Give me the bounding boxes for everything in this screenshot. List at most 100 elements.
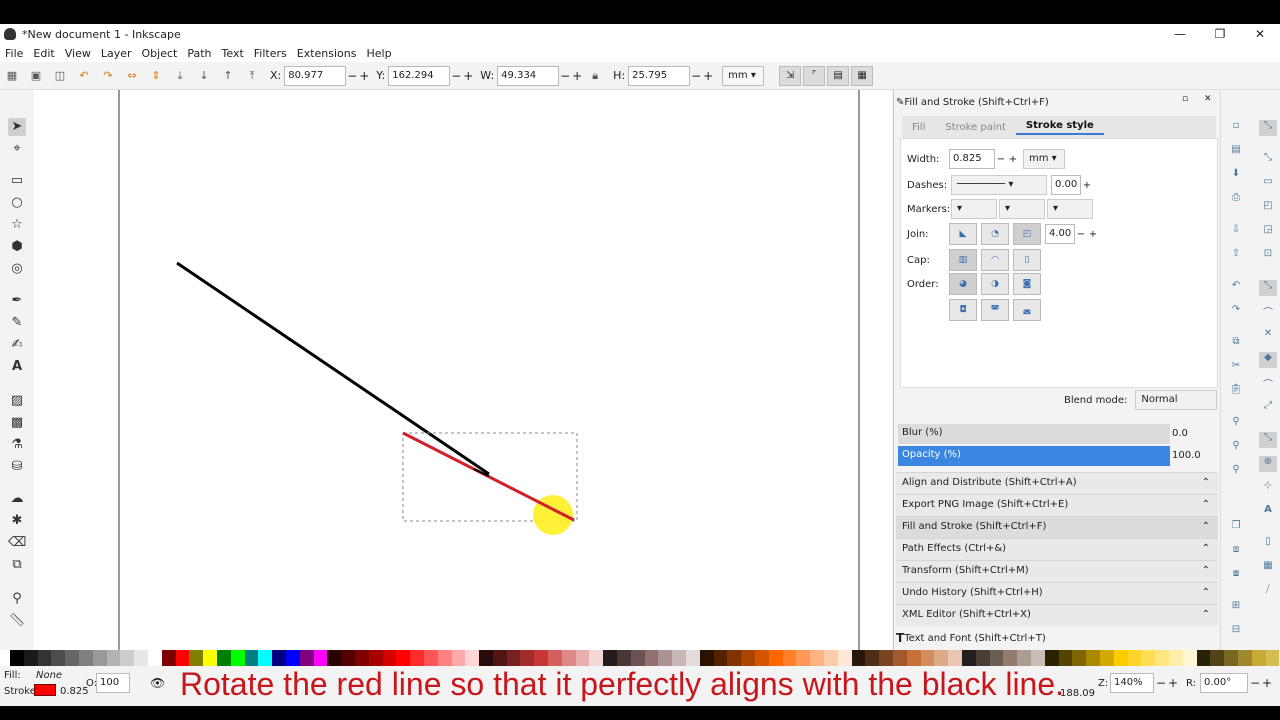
- miter-limit-input[interactable]: 4.00: [1045, 224, 1075, 244]
- dock-align-distribute[interactable]: Align and Distribute (Shift+Ctrl+A) ⌃: [896, 472, 1218, 494]
- star-tool-icon[interactable]: ☆: [8, 216, 26, 234]
- scale-corners-icon[interactable]: ⌜: [803, 65, 826, 86]
- paste-icon[interactable]: 📋︎: [1227, 384, 1245, 400]
- pen-tool-icon[interactable]: ✒: [8, 292, 26, 310]
- menu-help[interactable]: Help: [361, 47, 396, 60]
- calligraphy-tool-icon[interactable]: ✍: [8, 336, 26, 354]
- menu-extensions[interactable]: Extensions: [292, 47, 362, 60]
- snap-others-icon[interactable]: ⤡: [1259, 432, 1277, 448]
- zoom-decrement[interactable]: −: [1156, 676, 1166, 690]
- order-markers-stroke-fill-icon[interactable]: ◛: [1013, 299, 1041, 321]
- cut-icon[interactable]: ✂: [1227, 360, 1245, 376]
- snap-toggle-icon[interactable]: ⤡: [1259, 120, 1277, 136]
- dash-offset-increment[interactable]: +: [1081, 180, 1093, 191]
- undo-icon[interactable]: ↶: [1227, 280, 1245, 296]
- panel-close-icon[interactable]: ✕: [1204, 94, 1212, 104]
- flip-vertical-icon[interactable]: ⇕: [148, 68, 164, 84]
- butt-cap-icon[interactable]: ▥: [949, 249, 977, 271]
- blur-slider[interactable]: Blur (%): [898, 424, 1170, 444]
- snap-bbox-icon[interactable]: ⤡: [1259, 152, 1277, 168]
- snap-page-border-icon[interactable]: ▯: [1259, 536, 1277, 552]
- color-palette[interactable]: [0, 650, 1280, 666]
- menu-layer[interactable]: Layer: [96, 47, 137, 60]
- snap-paths-icon[interactable]: ⌒: [1259, 304, 1277, 320]
- tab-fill[interactable]: Fill: [902, 122, 935, 133]
- fill-value[interactable]: None: [36, 670, 62, 681]
- no-paint-swatch[interactable]: [0, 650, 10, 666]
- lower-to-bottom-icon[interactable]: ⤓: [172, 68, 188, 84]
- connector-tool-icon[interactable]: ⧉: [8, 556, 26, 574]
- save-icon[interactable]: ⬇: [1227, 168, 1245, 184]
- select-all-layers-icon[interactable]: ▣: [28, 68, 44, 84]
- miter-limit-decrement[interactable]: −: [1075, 229, 1087, 240]
- start-marker-select[interactable]: ▾: [951, 199, 997, 219]
- stroke-swatch[interactable]: [34, 684, 56, 696]
- ungroup-icon[interactable]: ⊟: [1227, 624, 1245, 640]
- w-decrement[interactable]: −: [559, 69, 571, 83]
- dropper-tool-icon[interactable]: ⚗: [8, 436, 26, 454]
- maximize-button[interactable]: ❐: [1200, 24, 1240, 44]
- stroke-width-input[interactable]: 0.825: [949, 149, 995, 169]
- black-line[interactable]: [176, 261, 490, 476]
- menu-file[interactable]: File: [0, 47, 28, 60]
- dock-xml-editor[interactable]: XML Editor (Shift+Ctrl+X) ⌃: [896, 604, 1218, 626]
- dock-fill-stroke[interactable]: Fill and Stroke (Shift+Ctrl+F) ⌃: [896, 516, 1218, 538]
- blur-value[interactable]: 0.0: [1172, 428, 1188, 439]
- snap-object-centers-icon[interactable]: ⊕: [1259, 456, 1277, 472]
- open-icon[interactable]: ▤: [1227, 144, 1245, 160]
- 3d-box-tool-icon[interactable]: ⬢: [8, 238, 26, 256]
- order-fill-markers-stroke-icon[interactable]: ◙: [1013, 273, 1041, 295]
- gradient-tool-icon[interactable]: ▨: [8, 392, 26, 410]
- raise-icon[interactable]: ↑: [220, 68, 236, 84]
- flip-horizontal-icon[interactable]: ⇔: [124, 68, 140, 84]
- w-increment[interactable]: +: [571, 69, 583, 83]
- order-markers-fill-stroke-icon[interactable]: ◘: [949, 299, 977, 321]
- y-decrement[interactable]: −: [450, 69, 462, 83]
- group-icon[interactable]: ⊞: [1227, 600, 1245, 616]
- eraser-tool-icon[interactable]: ⌫: [8, 534, 26, 552]
- miter-limit-increment[interactable]: +: [1087, 229, 1099, 240]
- close-button[interactable]: ✕: [1240, 24, 1280, 44]
- dock-path-effects[interactable]: Path Effects (Ctrl+&) ⌃: [896, 538, 1218, 560]
- node-tool-icon[interactable]: ⌖: [8, 140, 26, 158]
- snap-text-baseline-icon[interactable]: A: [1259, 504, 1277, 520]
- round-join-icon[interactable]: ◔: [981, 223, 1009, 245]
- tab-stroke-paint[interactable]: Stroke paint: [935, 122, 1016, 133]
- menu-filters[interactable]: Filters: [249, 47, 292, 60]
- import-icon[interactable]: ⇩: [1227, 224, 1245, 240]
- h-decrement[interactable]: −: [690, 69, 702, 83]
- snap-guides-icon[interactable]: ⧸: [1259, 584, 1277, 600]
- mesh-tool-icon[interactable]: ▩: [8, 414, 26, 432]
- duplicate-icon[interactable]: ❐: [1227, 520, 1245, 536]
- mid-marker-select[interactable]: ▾: [999, 199, 1045, 219]
- zoom-drawing-icon[interactable]: ⚲: [1227, 440, 1245, 456]
- h-increment[interactable]: +: [702, 69, 714, 83]
- order-stroke-markers-fill-icon[interactable]: ◚: [981, 299, 1009, 321]
- stroke-width-increment[interactable]: +: [1007, 154, 1019, 165]
- dock-undo-history[interactable]: Undo History (Shift+Ctrl+H) ⌃: [896, 582, 1218, 604]
- snap-rotation-centers-icon[interactable]: ⊹: [1259, 480, 1277, 496]
- unit-select[interactable]: mm ▾: [722, 65, 765, 86]
- opacity-value[interactable]: 100.0: [1172, 450, 1201, 461]
- zoom-increment[interactable]: +: [1168, 676, 1178, 690]
- snap-bbox-midpoint-icon[interactable]: ◲: [1259, 224, 1277, 240]
- snap-smooth-nodes-icon[interactable]: ⌒: [1259, 376, 1277, 392]
- rotate-cw-icon[interactable]: ↷: [100, 68, 116, 84]
- round-cap-icon[interactable]: ◠: [981, 249, 1009, 271]
- menu-edit[interactable]: Edit: [28, 47, 59, 60]
- scale-stroke-icon[interactable]: ⇲: [779, 65, 802, 86]
- dock-transform[interactable]: Transform (Shift+Ctrl+M) ⌃: [896, 560, 1218, 582]
- menu-view[interactable]: View: [60, 47, 96, 60]
- deselect-icon[interactable]: ◫: [52, 68, 68, 84]
- clone-icon[interactable]: ⧈: [1227, 544, 1245, 560]
- lock-icon[interactable]: 🔒︎: [587, 68, 603, 84]
- opacity-input[interactable]: 100: [96, 673, 130, 693]
- opacity-slider[interactable]: Opacity (%): [898, 446, 1170, 466]
- tab-stroke-style[interactable]: Stroke style: [1015, 120, 1104, 135]
- height-input[interactable]: 25.795: [628, 65, 691, 86]
- drawing-canvas[interactable]: [34, 90, 892, 650]
- measure-tool-icon[interactable]: 📏︎: [8, 612, 26, 630]
- move-patterns-icon[interactable]: ▦: [851, 65, 874, 86]
- select-all-icon[interactable]: ▦: [4, 68, 20, 84]
- x-increment[interactable]: +: [358, 69, 370, 83]
